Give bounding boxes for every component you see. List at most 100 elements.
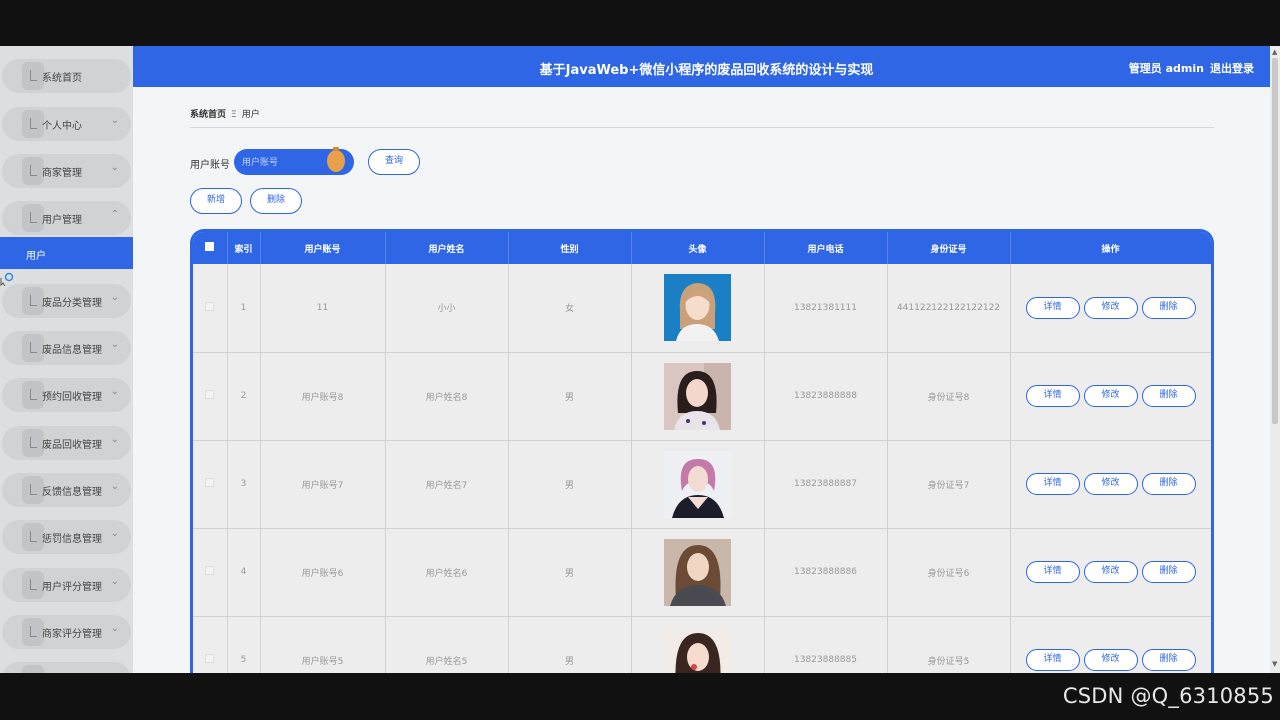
edit-button[interactable]: 修改: [1083, 296, 1138, 319]
add-button[interactable]: 新增: [190, 188, 242, 214]
scrollbar-thumb[interactable]: [1272, 58, 1278, 424]
delete-button[interactable]: 删除: [1141, 561, 1196, 583]
sidebar-item-label: 废品信息管理: [42, 345, 102, 356]
sidebar-item-label: 商家管理: [42, 168, 82, 179]
delete-button[interactable]: 删除: [1141, 385, 1196, 407]
sidebar-item-label: 废品分类管理: [42, 298, 102, 309]
sidebar-item-label: 反馈信息管理: [42, 487, 102, 498]
sidebar-item-merchant-rating[interactable]: 商家评分管理 ⌄: [2, 615, 131, 649]
sidebar-subitem-user[interactable]: 用户: [0, 237, 133, 269]
chevron-down-icon: ⌄: [110, 162, 119, 173]
row-select[interactable]: [193, 440, 228, 529]
breadcrumb-home[interactable]: 系统首页: [190, 110, 226, 120]
logout-link[interactable]: 退出登录: [1210, 62, 1254, 75]
cell-gender: 男: [508, 616, 632, 673]
checkbox-icon[interactable]: [205, 301, 215, 311]
cell-phone: 13823888888: [764, 352, 888, 441]
edit-button[interactable]: 修改: [1083, 473, 1138, 495]
avatar: [664, 538, 731, 606]
cell-gender: 男: [508, 352, 632, 441]
chevron-down-icon: ⌄: [110, 386, 119, 397]
cell-phone: 13823888885: [764, 616, 888, 673]
chevron-up-icon: ⌃: [110, 209, 119, 220]
chevron-down-icon: ⌄: [110, 481, 119, 492]
checkbox-icon[interactable]: [205, 566, 215, 575]
cell-actions: 详情 修改 删除: [1010, 528, 1211, 617]
sidebar-item-home[interactable]: 系统首页: [2, 59, 131, 93]
sidebar-item-more[interactable]: [2, 662, 131, 673]
scroll-up-icon[interactable]: ▲: [1272, 48, 1277, 56]
detail-button[interactable]: 详情: [1025, 473, 1080, 495]
cell-id-card: 441122122122122122: [887, 264, 1011, 353]
cell-phone: 13823888886: [764, 528, 888, 617]
cell-index: 5: [227, 616, 261, 673]
sidebar-item-profile[interactable]: 个人中心 ⌄: [2, 107, 131, 141]
row-select[interactable]: [193, 528, 228, 617]
sidebar-item-penalty[interactable]: 惩罚信息管理 ⌄: [2, 520, 131, 554]
sidebar-item-user-management[interactable]: 用户管理 ⌃: [2, 201, 131, 235]
cell-avatar: [631, 528, 765, 617]
detail-button[interactable]: 详情: [1025, 649, 1080, 671]
page-title: 基于JavaWeb+微信小程序的废品回收系统的设计与实现: [539, 63, 874, 78]
cell-gender: 男: [508, 528, 632, 617]
avatar: [664, 450, 731, 518]
cell-name: 小小: [385, 264, 509, 353]
checkbox-icon[interactable]: [205, 390, 215, 399]
query-button[interactable]: 查询: [368, 149, 420, 175]
delete-button[interactable]: 删除: [1141, 649, 1196, 671]
detail-button[interactable]: 详情: [1025, 296, 1080, 319]
sidebar: 系统首页 个人中心 ⌄ 商家管理 ⌄ 用户管理 ⌃ 用户 废品分类管理 ⌄ 废品…: [0, 46, 133, 673]
edit-button[interactable]: 修改: [1083, 649, 1138, 671]
menu-icon: [22, 476, 44, 504]
sidebar-item-label: 用户评分管理: [42, 582, 102, 593]
cell-id-card: 身份证号6: [887, 528, 1011, 617]
checkbox-icon[interactable]: [205, 654, 215, 663]
sidebar-item-waste-category[interactable]: 废品分类管理 ⌄: [2, 284, 131, 318]
sidebar-item-waste-info[interactable]: 废品信息管理 ⌄: [2, 331, 131, 365]
table-header-row: 索引 用户账号 用户姓名 性别 头像 用户电话 身份证号 操作: [193, 232, 1211, 264]
chevron-down-icon: ⌄: [110, 528, 119, 539]
edit-button[interactable]: 修改: [1083, 561, 1138, 583]
user-role-label: 管理员 admin: [1128, 62, 1204, 75]
column-header: 身份证号: [887, 232, 1011, 264]
cell-account: 用户账号6: [260, 528, 386, 617]
header-user: 管理员 admin 退出登录: [1123, 60, 1254, 76]
edit-button[interactable]: 修改: [1083, 385, 1138, 407]
sidebar-item-appointment[interactable]: 预约回收管理 ⌄: [2, 378, 131, 412]
cell-name: 用户姓名5: [385, 616, 509, 673]
sidebar-item-user-rating[interactable]: 用户评分管理 ⌄: [2, 568, 131, 602]
delete-button[interactable]: 删除: [1141, 296, 1196, 319]
cursor-icon: [0, 272, 14, 286]
header-select-all[interactable]: [193, 232, 228, 264]
checkbox-icon[interactable]: [205, 242, 215, 251]
sidebar-item-merchant[interactable]: 商家管理 ⌄: [2, 154, 131, 188]
checkbox-icon[interactable]: [205, 478, 215, 487]
table-row: 1 11 小小 女 13821381111 441122122122122122…: [193, 264, 1211, 353]
avatar: [664, 626, 731, 673]
pear-icon: [327, 147, 345, 172]
chevron-down-icon: ⌄: [110, 623, 119, 634]
row-select[interactable]: [193, 264, 228, 353]
chevron-down-icon: ⌄: [110, 292, 119, 303]
delete-button[interactable]: 删除: [1141, 473, 1196, 495]
detail-button[interactable]: 详情: [1025, 561, 1080, 583]
chevron-down-icon: ⌄: [110, 339, 119, 350]
page-scrollbar[interactable]: ▲ ▼: [1270, 46, 1280, 673]
row-select[interactable]: [193, 352, 228, 441]
menu-icon: [22, 204, 44, 232]
row-select[interactable]: [193, 616, 228, 673]
cell-id-card: 身份证号8: [887, 352, 1011, 441]
sidebar-item-recycling[interactable]: 废品回收管理 ⌄: [2, 426, 131, 460]
sidebar-subitem-label: 用户: [26, 251, 46, 262]
column-header: 索引: [227, 232, 261, 264]
chevron-down-icon: ⌄: [110, 576, 119, 587]
sidebar-item-feedback[interactable]: 反馈信息管理 ⌄: [2, 473, 131, 507]
cell-account: 用户账号5: [260, 616, 386, 673]
cell-index: 2: [227, 352, 261, 441]
cell-avatar: [631, 616, 765, 673]
cell-gender: 男: [508, 440, 632, 529]
batch-delete-button[interactable]: 删除: [250, 188, 302, 214]
column-header: 头像: [631, 232, 765, 264]
detail-button[interactable]: 详情: [1025, 385, 1080, 407]
scroll-down-icon[interactable]: ▼: [1272, 660, 1277, 668]
